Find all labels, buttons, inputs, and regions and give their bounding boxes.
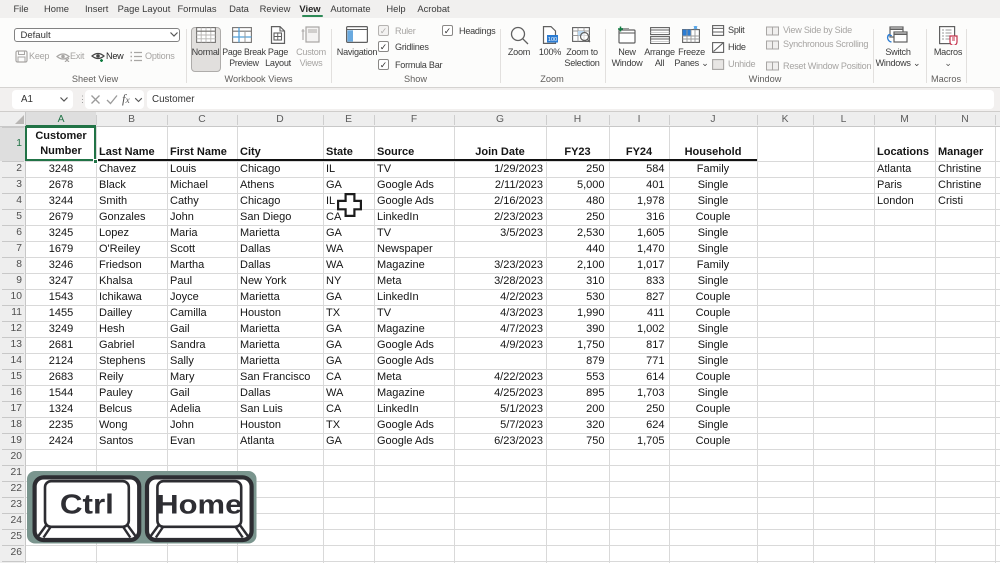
svg-text:Ctrl: Ctrl <box>60 489 114 520</box>
svg-text:100: 100 <box>548 37 557 43</box>
svg-text:Home: Home <box>156 490 242 520</box>
